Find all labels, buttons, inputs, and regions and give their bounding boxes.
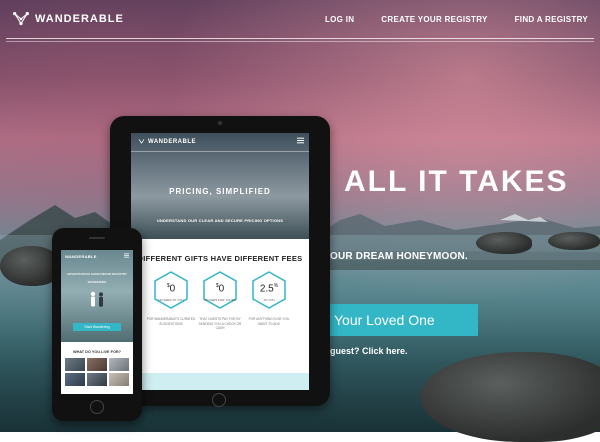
- fee-value: $0: [166, 283, 176, 295]
- thumbnail[interactable]: [87, 358, 107, 371]
- fee-description: THAT GUESTS PAY FOR BY SENDING YOU A CHE…: [198, 317, 242, 330]
- brand-logo[interactable]: WANDERABLE: [12, 10, 124, 28]
- rock: [0, 246, 60, 286]
- nav-log-in[interactable]: LOG IN: [325, 15, 354, 24]
- tablet-footer-band: [131, 373, 309, 390]
- fee-caption: NO FEES FOR YOURS: [204, 298, 236, 302]
- phone-hero-line: WANDERING: [87, 280, 107, 284]
- hamburger-menu-icon[interactable]: [124, 253, 129, 258]
- fee-value: 2.5%: [259, 283, 279, 295]
- tablet-mockup: WANDERABLE PRICING, SIMPLIFIED UNDERSTAN…: [110, 116, 330, 407]
- nav-links: LOG IN CREATE YOUR REGISTRY FIND A REGIS…: [325, 15, 588, 24]
- hamburger-menu-icon[interactable]: [297, 137, 304, 144]
- fee-caption: NO FEES TO YOU: [158, 298, 184, 302]
- phone-hero: WANDERABLE ADVENTUROUS HONEYMOON REGISTR…: [61, 250, 133, 342]
- fee-caption: TO YOU: [263, 298, 275, 302]
- hero-subtitle: OUR DREAM HONEYMOON.: [330, 251, 468, 262]
- couple-silhouette-icon: [90, 291, 103, 307]
- rock: [548, 232, 600, 250]
- tablet-screen: WANDERABLE PRICING, SIMPLIFIED UNDERSTAN…: [131, 133, 309, 390]
- wanderable-logo-icon: [138, 139, 145, 144]
- phone-speaker: [89, 237, 105, 239]
- thumbnail[interactable]: [65, 373, 85, 386]
- phone-thumbnails: [65, 358, 129, 386]
- tablet-hero-subtitle: UNDERSTAND OUR CLEAR AND SECURE PRICING …: [156, 218, 284, 223]
- fee-description: FOR WANDERABLE'S CURATED SUGGESTIONS: [146, 317, 196, 326]
- phone-screen: WANDERABLE ADVENTUROUS HONEYMOON REGISTR…: [61, 250, 133, 394]
- nav-divider: [6, 41, 594, 42]
- nav-divider: [6, 38, 594, 39]
- tablet-brand: WANDERABLE: [138, 138, 196, 145]
- phone-cta-button[interactable]: Start Wandering: [73, 323, 121, 331]
- guest-link[interactable]: guest? Click here.: [330, 346, 408, 356]
- tablet-home-button: [212, 393, 226, 407]
- phone-question: WHAT DO YOU LIVE FOR?: [73, 350, 121, 354]
- top-navigation: WANDERABLE LOG IN CREATE YOUR REGISTRY F…: [0, 0, 600, 42]
- fee-description: FOR ANYTHING ELSE YOU WANT TO ADD: [248, 317, 290, 326]
- fees-heading: DIFFERENT GIFTS HAVE DIFFERENT FEES: [137, 254, 303, 263]
- tablet-brand-name: WANDERABLE: [148, 138, 196, 145]
- fee-value: $0: [215, 283, 225, 295]
- thumbnail[interactable]: [109, 358, 129, 371]
- phone-home-button: [90, 400, 104, 414]
- thumbnail[interactable]: [65, 358, 85, 371]
- phone-hero-line: ADVENTUROUS HONEYMOON REGISTRY: [66, 272, 128, 276]
- thumbnail[interactable]: [109, 373, 129, 386]
- nav-find-registry[interactable]: FIND A REGISTRY: [515, 15, 588, 24]
- wanderable-logo-icon: [13, 11, 29, 26]
- nav-create-registry[interactable]: CREATE YOUR REGISTRY: [381, 15, 487, 24]
- hero-cta-button[interactable]: Your Loved One: [318, 304, 478, 336]
- brand-name: WANDERABLE: [35, 13, 124, 25]
- tablet-hero: WANDERABLE PRICING, SIMPLIFIED UNDERSTAN…: [131, 133, 309, 239]
- phone-brand: WANDERABLE: [65, 254, 97, 259]
- tablet-hero-title: PRICING, SIMPLIFIED: [169, 187, 271, 196]
- tablet-camera: [218, 121, 222, 125]
- rock: [476, 232, 532, 254]
- thumbnail[interactable]: [87, 373, 107, 386]
- phone-mockup: WANDERABLE ADVENTUROUS HONEYMOON REGISTR…: [52, 228, 142, 421]
- hero-title: ALL IT TAKES: [344, 165, 569, 198]
